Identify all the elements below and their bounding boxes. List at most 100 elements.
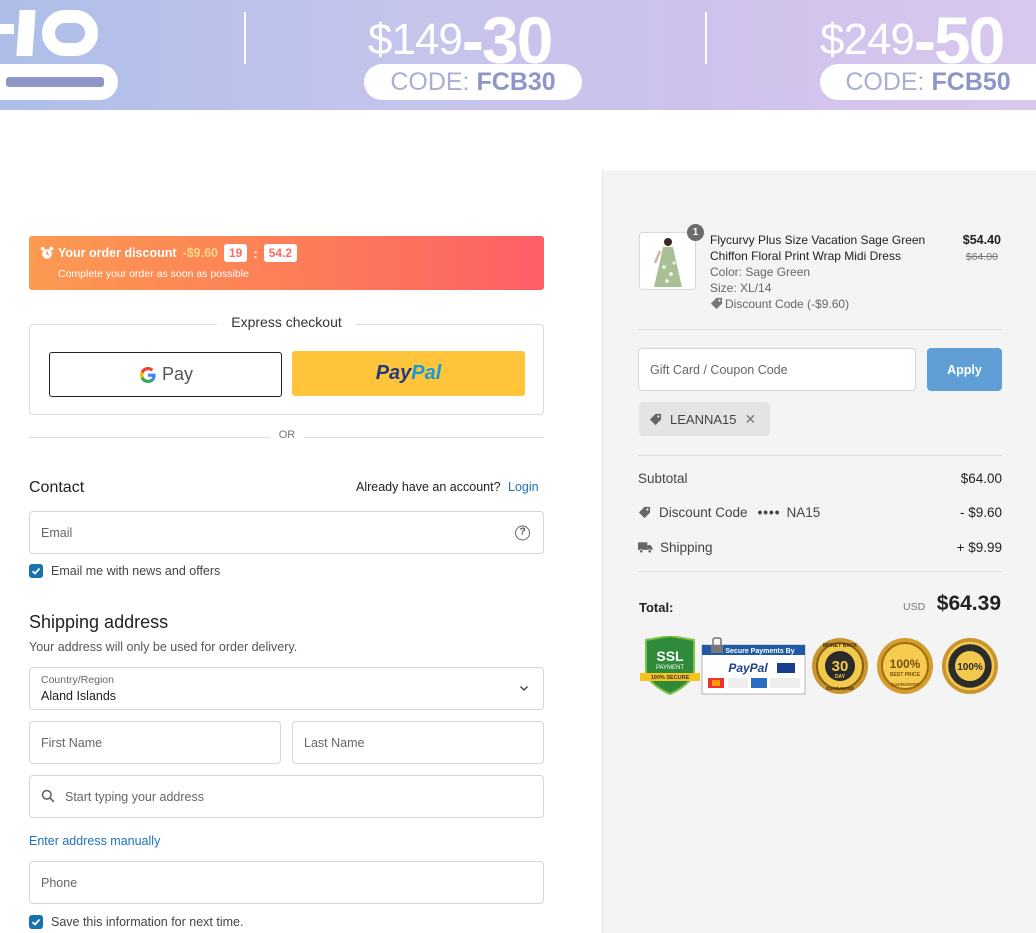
paypal-label-pay: Pay [375,362,412,384]
address-search-field[interactable]: Start typing your address [29,775,544,818]
tag-icon [649,413,662,425]
total-currency: USD [903,601,926,613]
promo-price: $149 [368,15,463,64]
promo-code-prefix: CODE: [845,67,925,96]
trust-badges: SSL PAYMENT 100% SECURE Secure Payments … [640,636,998,696]
timer-subtitle: Complete your order as soon as possible [58,268,249,280]
svg-text:GUARANTEE: GUARANTEE [891,682,920,687]
tag-icon [638,506,651,519]
checkmark-icon [31,567,41,575]
truck-icon [638,542,653,554]
banner-divider [705,12,707,64]
svg-text:Secure Payments By: Secure Payments By [725,648,794,655]
newsletter-checkbox[interactable] [29,564,43,578]
product-price: $54.40 [962,233,1001,247]
first-name-field[interactable]: First Name [29,721,281,764]
promo-code: FCB30 [476,67,556,96]
svg-text:100% SECURE: 100% SECURE [651,675,690,681]
timer-discount-amount: -$9.60 [182,246,218,260]
promo-code-prefix: CODE: [390,67,470,96]
total-label: Total: [639,600,674,615]
coupon-placeholder: Gift Card / Coupon Code [650,363,788,377]
save-info-checkbox-row[interactable]: Save this information for next time. [29,915,243,929]
email-field[interactable]: Email ? [29,511,544,554]
discount-dots: •••• [757,505,781,520]
last-name-placeholder: Last Name [304,735,365,750]
or-label: OR [270,429,304,441]
svg-text:100%: 100% [957,662,983,673]
google-g-icon [139,366,156,383]
first-name-placeholder: First Name [41,735,103,750]
partial-promo-code-pill [0,64,118,100]
apply-coupon-button[interactable]: Apply [927,348,1002,391]
paypal-button[interactable]: Pay Pal [292,351,525,396]
total-value: $64.39 [936,592,1001,615]
svg-text:30: 30 [832,658,849,675]
shipping-label: Shipping [660,540,713,555]
help-icon[interactable]: ? [515,525,530,540]
address-placeholder: Start typing your address [65,789,204,804]
ssl-secure-badge: SSL PAYMENT 100% SECURE [640,636,700,696]
product-original-price: $64.00 [965,251,998,263]
svg-text:PAYMENT: PAYMENT [656,665,684,671]
order-discount-timer: Your order discount -$9.60 19 : 54.2 Com… [29,236,544,290]
shipping-heading: Shipping address [29,612,169,632]
google-pay-label: Pay [161,364,194,384]
newsletter-checkbox-row[interactable]: Email me with news and offers [29,564,220,578]
discount-value: - $9.60 [959,505,1002,520]
express-checkout-title: Express checkout [29,314,544,332]
country-label: Country/Region [41,674,114,686]
timer-minutes: 19 [223,244,248,262]
promo-249: $249-50 CODE: FCB50 [820,0,1036,110]
last-name-field[interactable]: Last Name [292,721,544,764]
best-price-badge: 100% BEST PRICE GUARANTEE [877,638,933,694]
login-link[interactable]: Login [508,480,539,494]
subtotal-value: $64.00 [960,471,1002,486]
account-prompt-text: Already have an account? [356,480,501,494]
contact-heading: Contact [29,479,85,496]
timer-seconds: 54.2 [263,244,298,262]
summary-divider [638,455,1002,456]
remove-coupon-icon[interactable]: ✕ [744,411,756,428]
svg-text:BEST PRICE: BEST PRICE [890,672,921,678]
partial-promo-amount [0,8,100,58]
newsletter-label: Email me with news and offers [51,564,221,578]
save-info-checkbox[interactable] [29,915,43,929]
svg-text:MONEY BACK: MONEY BACK [823,643,857,649]
subtotal-row: Subtotal $64.00 [638,471,1002,486]
subtotal-label: Subtotal [638,471,688,486]
svg-text:SSL: SSL [656,648,684,664]
applied-coupon-code: LEANNA15 [670,411,737,427]
timer-title: Your order discount [58,246,177,260]
account-prompt: Already have an account? Login [356,480,539,494]
discount-label: Discount Code [659,505,748,520]
promo-code: FCB50 [931,67,1011,96]
shipping-row: Shipping + $9.99 [638,540,1002,555]
google-pay-button[interactable]: Pay [49,352,282,397]
summary-divider [638,571,1002,572]
svg-text:GUARANTEE: GUARANTEE [826,686,855,691]
satisfaction-badge: 100% [942,638,998,694]
promo-149: $149-30 CODE: FCB30 [364,0,584,110]
enter-address-manually-link[interactable]: Enter address manually [29,834,160,848]
chevron-down-icon [520,686,528,691]
quantity-badge: 1 [687,224,704,241]
country-select[interactable]: Country/Region Aland Islands [29,667,544,710]
shipping-value: + $9.99 [956,540,1002,555]
discount-row: Discount Code •••• NA15 - $9.60 [638,505,1002,520]
applied-coupon-chip: LEANNA15 ✕ [639,402,770,436]
summary-divider [638,329,1002,330]
promo-banner: $149-30 CODE: FCB30 $249-50 CODE: FCB50 [0,0,1036,110]
money-back-badge: MONEY BACK 30 DAY GUARANTEE [812,638,868,694]
svg-text:DAY: DAY [835,674,846,680]
secure-payments-badge: Secure Payments By PayPal [701,637,806,695]
coupon-code-field[interactable]: Gift Card / Coupon Code [638,348,916,391]
svg-text:100%: 100% [890,657,921,671]
promo-code-pill: CODE: FCB50 [820,64,1036,100]
search-icon [41,789,55,803]
product-name: Flycurvy Plus Size Vacation Sage Green C… [710,233,926,263]
tag-icon [710,297,723,310]
product-color: Color: Sage Green [710,265,811,279]
phone-field[interactable]: Phone [29,861,544,904]
product-thumbnail [639,232,696,290]
